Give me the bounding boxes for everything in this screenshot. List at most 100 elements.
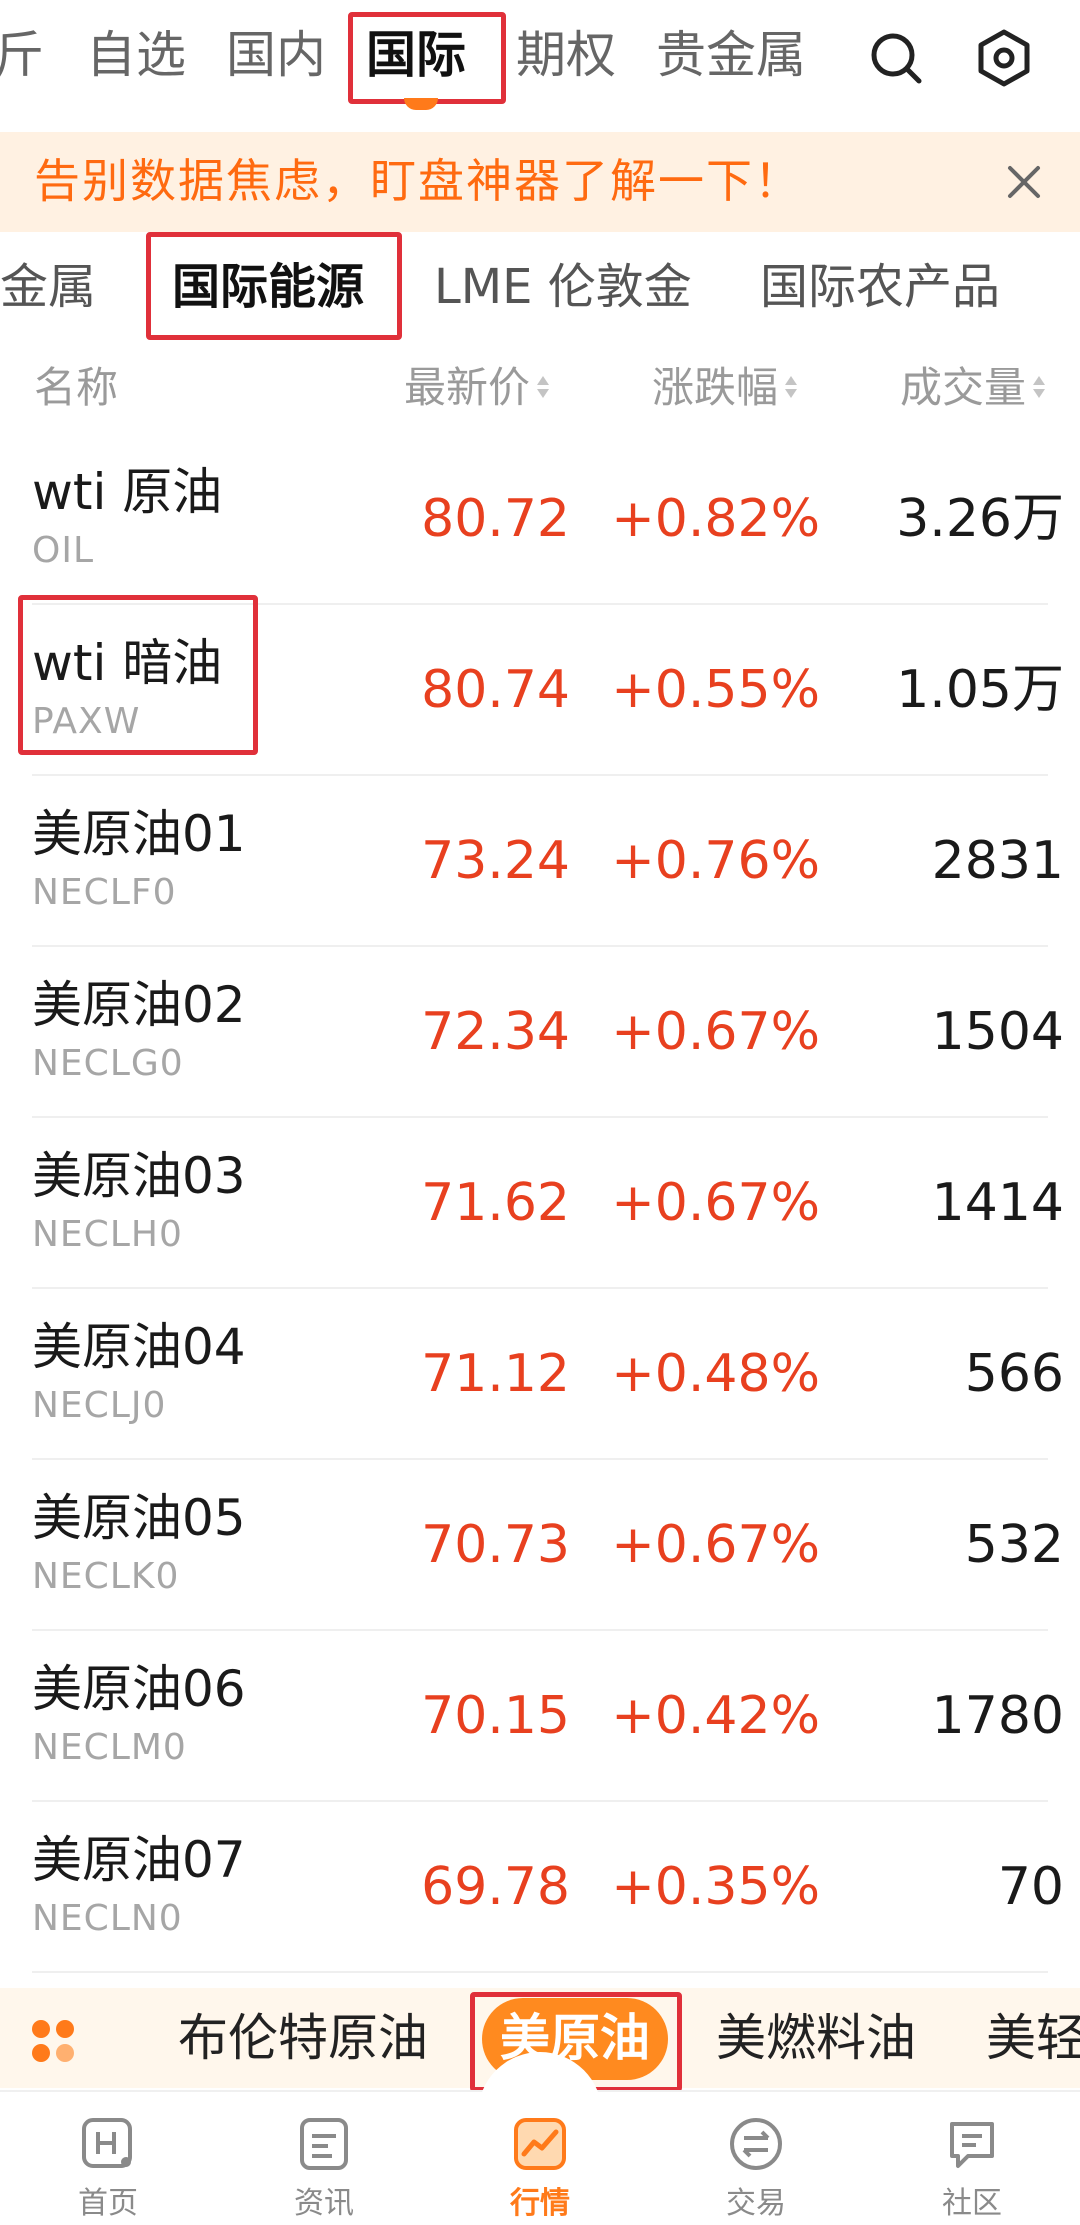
row-price: 69.78	[421, 1857, 570, 1917]
row-change: +0.67%	[611, 1002, 820, 1062]
row-code: NECLM0	[32, 1727, 187, 1768]
subtab-intl-agri[interactable]: 国际农产品	[760, 256, 1000, 318]
bottom-nav: 首页 资讯 行情 交易 社区	[0, 2052, 1080, 2225]
row-price: 70.73	[421, 1515, 570, 1575]
table-row[interactable]: 美原油04 NECLJ0 71.12 +0.48% 566	[0, 1289, 1080, 1460]
row-volume: 1414	[931, 1173, 1064, 1233]
row-name: 美原油03	[32, 1147, 246, 1205]
category-brent-crude[interactable]: 布伦特原油	[178, 2006, 428, 2070]
search-icon[interactable]	[866, 28, 926, 88]
header-volume-label: 成交量	[900, 363, 1027, 412]
grid-dots-icon[interactable]	[30, 2018, 76, 2064]
row-change: +0.76%	[611, 831, 820, 891]
row-change: +0.82%	[611, 489, 820, 549]
tab-cut-off[interactable]: 斤	[0, 22, 44, 88]
header-price-label: 最新价	[404, 363, 531, 412]
list-header: 名称 最新价 涨跌幅 成交量	[0, 340, 1080, 434]
header-change-label: 涨跌幅	[652, 363, 779, 412]
row-name: 美原油05	[32, 1489, 246, 1547]
nav-label: 交易	[726, 2186, 786, 2221]
row-name: wti 原油	[32, 463, 223, 521]
row-volume: 1780	[931, 1686, 1064, 1746]
banner-text: 告别数据焦虑，盯盘神器了解一下！	[34, 154, 802, 208]
row-name: 美原油06	[32, 1660, 246, 1718]
table-row[interactable]: 美原油03 NECLH0 71.62 +0.67% 1414	[0, 1118, 1080, 1289]
row-volume: 532	[964, 1515, 1064, 1575]
row-code: OIL	[32, 530, 95, 571]
row-name: 美原油01	[32, 805, 246, 863]
row-change: +0.67%	[611, 1173, 820, 1233]
row-code: NECLF0	[32, 872, 177, 913]
row-name: 美原油04	[32, 1318, 246, 1376]
home-h-icon	[78, 2114, 138, 2174]
news-icon	[294, 2114, 354, 2174]
tab-watchlist[interactable]: 自选	[86, 22, 186, 88]
row-volume: 1.05万	[896, 660, 1064, 720]
row-name: 美原油07	[32, 1831, 246, 1889]
trade-exchange-icon	[726, 2114, 786, 2174]
row-change: +0.48%	[611, 1344, 820, 1404]
row-price: 73.24	[421, 831, 570, 891]
row-change: +0.35%	[611, 1857, 820, 1917]
nav-label: 社区	[942, 2186, 1002, 2221]
nav-label: 行情	[510, 2186, 570, 2221]
quote-list: wti 原油 OIL 80.72 +0.82% 3.26万 wti 暗油 PAX…	[0, 434, 1080, 1973]
row-volume: 566	[964, 1344, 1064, 1404]
row-code: NECLK0	[32, 1556, 180, 1597]
row-code: NECLN0	[32, 1898, 183, 1939]
tab-precious-metals[interactable]: 贵金属	[656, 22, 806, 88]
category-us-fuel-oil[interactable]: 美燃料油	[716, 2006, 916, 2070]
table-row[interactable]: 美原油07 NECLN0 69.78 +0.35% 70	[0, 1802, 1080, 1973]
nav-community[interactable]: 社区	[864, 2092, 1080, 2225]
row-change: +0.67%	[611, 1515, 820, 1575]
row-volume: 1504	[931, 1002, 1064, 1062]
header-price[interactable]: 最新价	[404, 360, 550, 416]
market-chart-icon	[510, 2114, 570, 2174]
sort-icon	[784, 370, 798, 404]
row-volume: 70	[997, 1857, 1064, 1917]
row-name: 美原油02	[32, 976, 246, 1034]
table-row[interactable]: 美原油01 NECLF0 73.24 +0.76% 2831	[0, 776, 1080, 947]
nav-market[interactable]: 行情	[432, 2092, 648, 2225]
community-chat-icon	[942, 2114, 1002, 2174]
highlight-box-international	[348, 12, 506, 104]
subtab-lme-london-gold[interactable]: LME 伦敦金	[434, 256, 692, 318]
close-icon[interactable]	[998, 156, 1050, 208]
active-tab-indicator	[404, 98, 438, 110]
highlight-box-intl-energy	[146, 232, 402, 340]
sort-icon	[536, 370, 550, 404]
nav-news[interactable]: 资讯	[216, 2092, 432, 2225]
row-change: +0.55%	[611, 660, 820, 720]
row-price: 71.12	[421, 1344, 570, 1404]
row-name: wti 暗油	[32, 634, 223, 692]
row-code: NECLG0	[32, 1043, 184, 1084]
tab-options[interactable]: 期权	[516, 22, 616, 88]
row-price: 70.15	[421, 1686, 570, 1746]
nav-home[interactable]: 首页	[0, 2092, 216, 2225]
table-row[interactable]: wti 原油 OIL 80.72 +0.82% 3.26万	[0, 434, 1080, 605]
sort-icon	[1032, 370, 1046, 404]
settings-hexagon-icon[interactable]	[974, 28, 1034, 88]
row-code: NECLJ0	[32, 1385, 167, 1426]
row-price: 80.72	[421, 489, 570, 549]
row-price: 80.74	[421, 660, 570, 720]
tab-domestic[interactable]: 国内	[226, 22, 326, 88]
row-volume: 2831	[931, 831, 1064, 891]
row-volume: 3.26万	[896, 489, 1064, 549]
table-row[interactable]: wti 暗油 PAXW 80.74 +0.55% 1.05万	[0, 595, 1080, 776]
header-volume[interactable]: 成交量	[900, 360, 1046, 416]
table-row[interactable]: 美原油06 NECLM0 70.15 +0.42% 1780	[0, 1631, 1080, 1802]
nav-label: 首页	[78, 2186, 138, 2221]
table-row[interactable]: 美原油02 NECLG0 72.34 +0.67% 1504	[0, 947, 1080, 1118]
row-price: 72.34	[421, 1002, 570, 1062]
header-name: 名称	[34, 363, 119, 412]
category-us-light[interactable]: 美轻	[986, 2006, 1080, 2070]
promo-banner[interactable]: 告别数据焦虑，盯盘神器了解一下！	[0, 132, 1080, 232]
header-change[interactable]: 涨跌幅	[652, 360, 798, 416]
top-tab-bar: 斤 自选 国内 国际 期权 贵金属	[0, 0, 1080, 128]
subtab-precious-metals[interactable]: 贵金属	[0, 256, 96, 318]
table-row[interactable]: 美原油05 NECLK0 70.73 +0.67% 532	[0, 1460, 1080, 1631]
nav-trade[interactable]: 交易	[648, 2092, 864, 2225]
row-code: PAXW	[32, 701, 141, 742]
nav-label: 资讯	[294, 2186, 354, 2221]
